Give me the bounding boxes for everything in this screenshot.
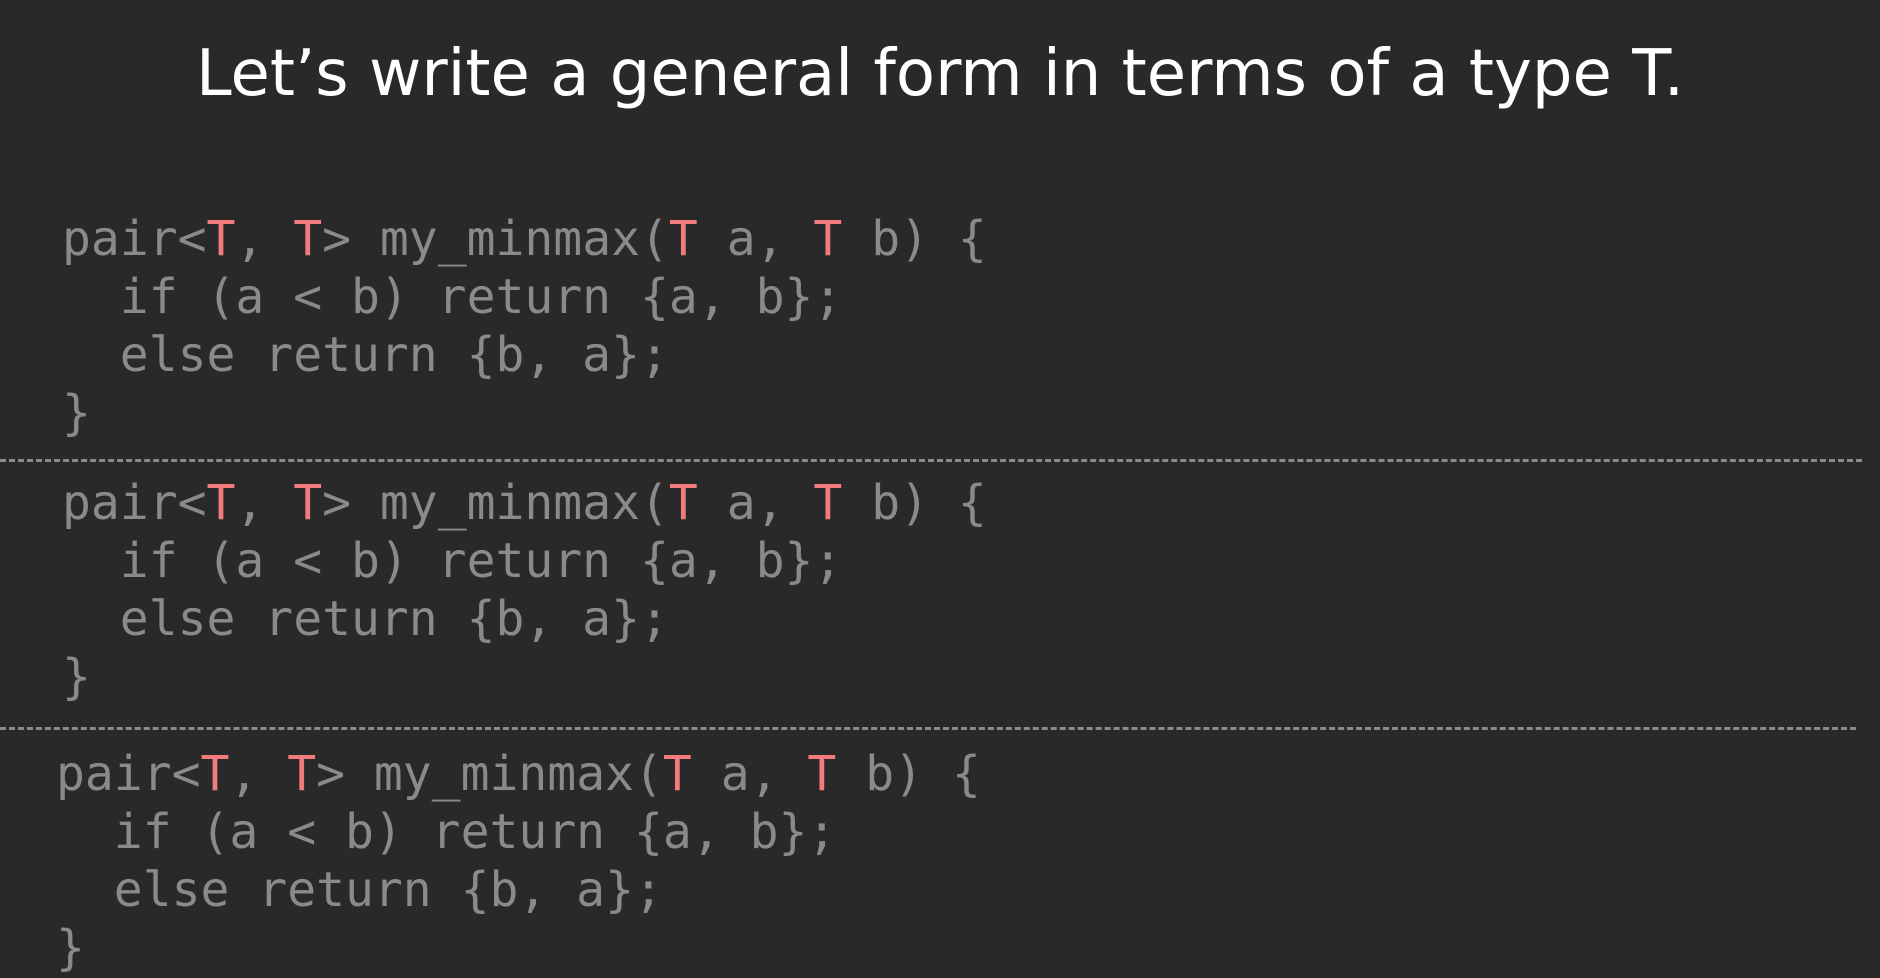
code-block-2: pair<T, T> my_minmax(T a, T b) { if (a <…: [62, 474, 987, 706]
code-token: b) {: [842, 211, 987, 267]
type-param-token: T: [813, 475, 843, 531]
code-line: else return {b, a};: [62, 326, 987, 384]
code-token: ,: [229, 746, 288, 802]
code-token: else return {b, a};: [62, 591, 669, 647]
type-param-token: T: [287, 746, 317, 802]
code-line: pair<T, T> my_minmax(T a, T b) {: [62, 210, 987, 268]
code-token: if (a < b) return {a, b};: [62, 269, 843, 325]
code-token: a,: [697, 475, 814, 531]
code-block-3: pair<T, T> my_minmax(T a, T b) { if (a <…: [56, 745, 981, 977]
code-token: pair<: [62, 211, 207, 267]
type-param-token: T: [668, 475, 698, 531]
code-token: a,: [691, 746, 808, 802]
type-param-token: T: [206, 475, 236, 531]
code-token: if (a < b) return {a, b};: [56, 804, 837, 860]
dashed-divider-2: [0, 727, 1856, 730]
code-token: a,: [697, 211, 814, 267]
code-token: > my_minmax(: [322, 211, 669, 267]
code-line: else return {b, a};: [56, 861, 981, 919]
code-line: }: [62, 648, 987, 706]
code-token: pair<: [56, 746, 201, 802]
code-token: else return {b, a};: [56, 862, 663, 918]
code-line: }: [62, 384, 987, 442]
code-line: pair<T, T> my_minmax(T a, T b) {: [62, 474, 987, 532]
code-token: if (a < b) return {a, b};: [62, 533, 843, 589]
dashed-divider-1: [0, 459, 1862, 462]
code-line: if (a < b) return {a, b};: [62, 268, 987, 326]
code-token: > my_minmax(: [316, 746, 663, 802]
type-param-token: T: [200, 746, 230, 802]
code-token: ,: [235, 475, 294, 531]
code-token: }: [62, 385, 91, 441]
code-token: else return {b, a};: [62, 327, 669, 383]
code-block-1: pair<T, T> my_minmax(T a, T b) { if (a <…: [62, 210, 987, 442]
code-token: }: [62, 649, 91, 705]
type-param-token: T: [206, 211, 236, 267]
type-param-token: T: [813, 211, 843, 267]
type-param-token: T: [807, 746, 837, 802]
type-param-token: T: [293, 211, 323, 267]
type-param-token: T: [662, 746, 692, 802]
type-param-token: T: [293, 475, 323, 531]
slide-title: Let’s write a general form in terms of a…: [195, 37, 1685, 111]
code-line: pair<T, T> my_minmax(T a, T b) {: [56, 745, 981, 803]
code-token: b) {: [836, 746, 981, 802]
code-token: }: [56, 920, 85, 976]
slide: Let’s write a general form in terms of a…: [0, 0, 1880, 978]
code-token: b) {: [842, 475, 987, 531]
code-token: > my_minmax(: [322, 475, 669, 531]
code-line: else return {b, a};: [62, 590, 987, 648]
code-token: ,: [235, 211, 294, 267]
code-line: }: [56, 919, 981, 977]
code-token: pair<: [62, 475, 207, 531]
code-line: if (a < b) return {a, b};: [62, 532, 987, 590]
type-param-token: T: [668, 211, 698, 267]
code-line: if (a < b) return {a, b};: [56, 803, 981, 861]
